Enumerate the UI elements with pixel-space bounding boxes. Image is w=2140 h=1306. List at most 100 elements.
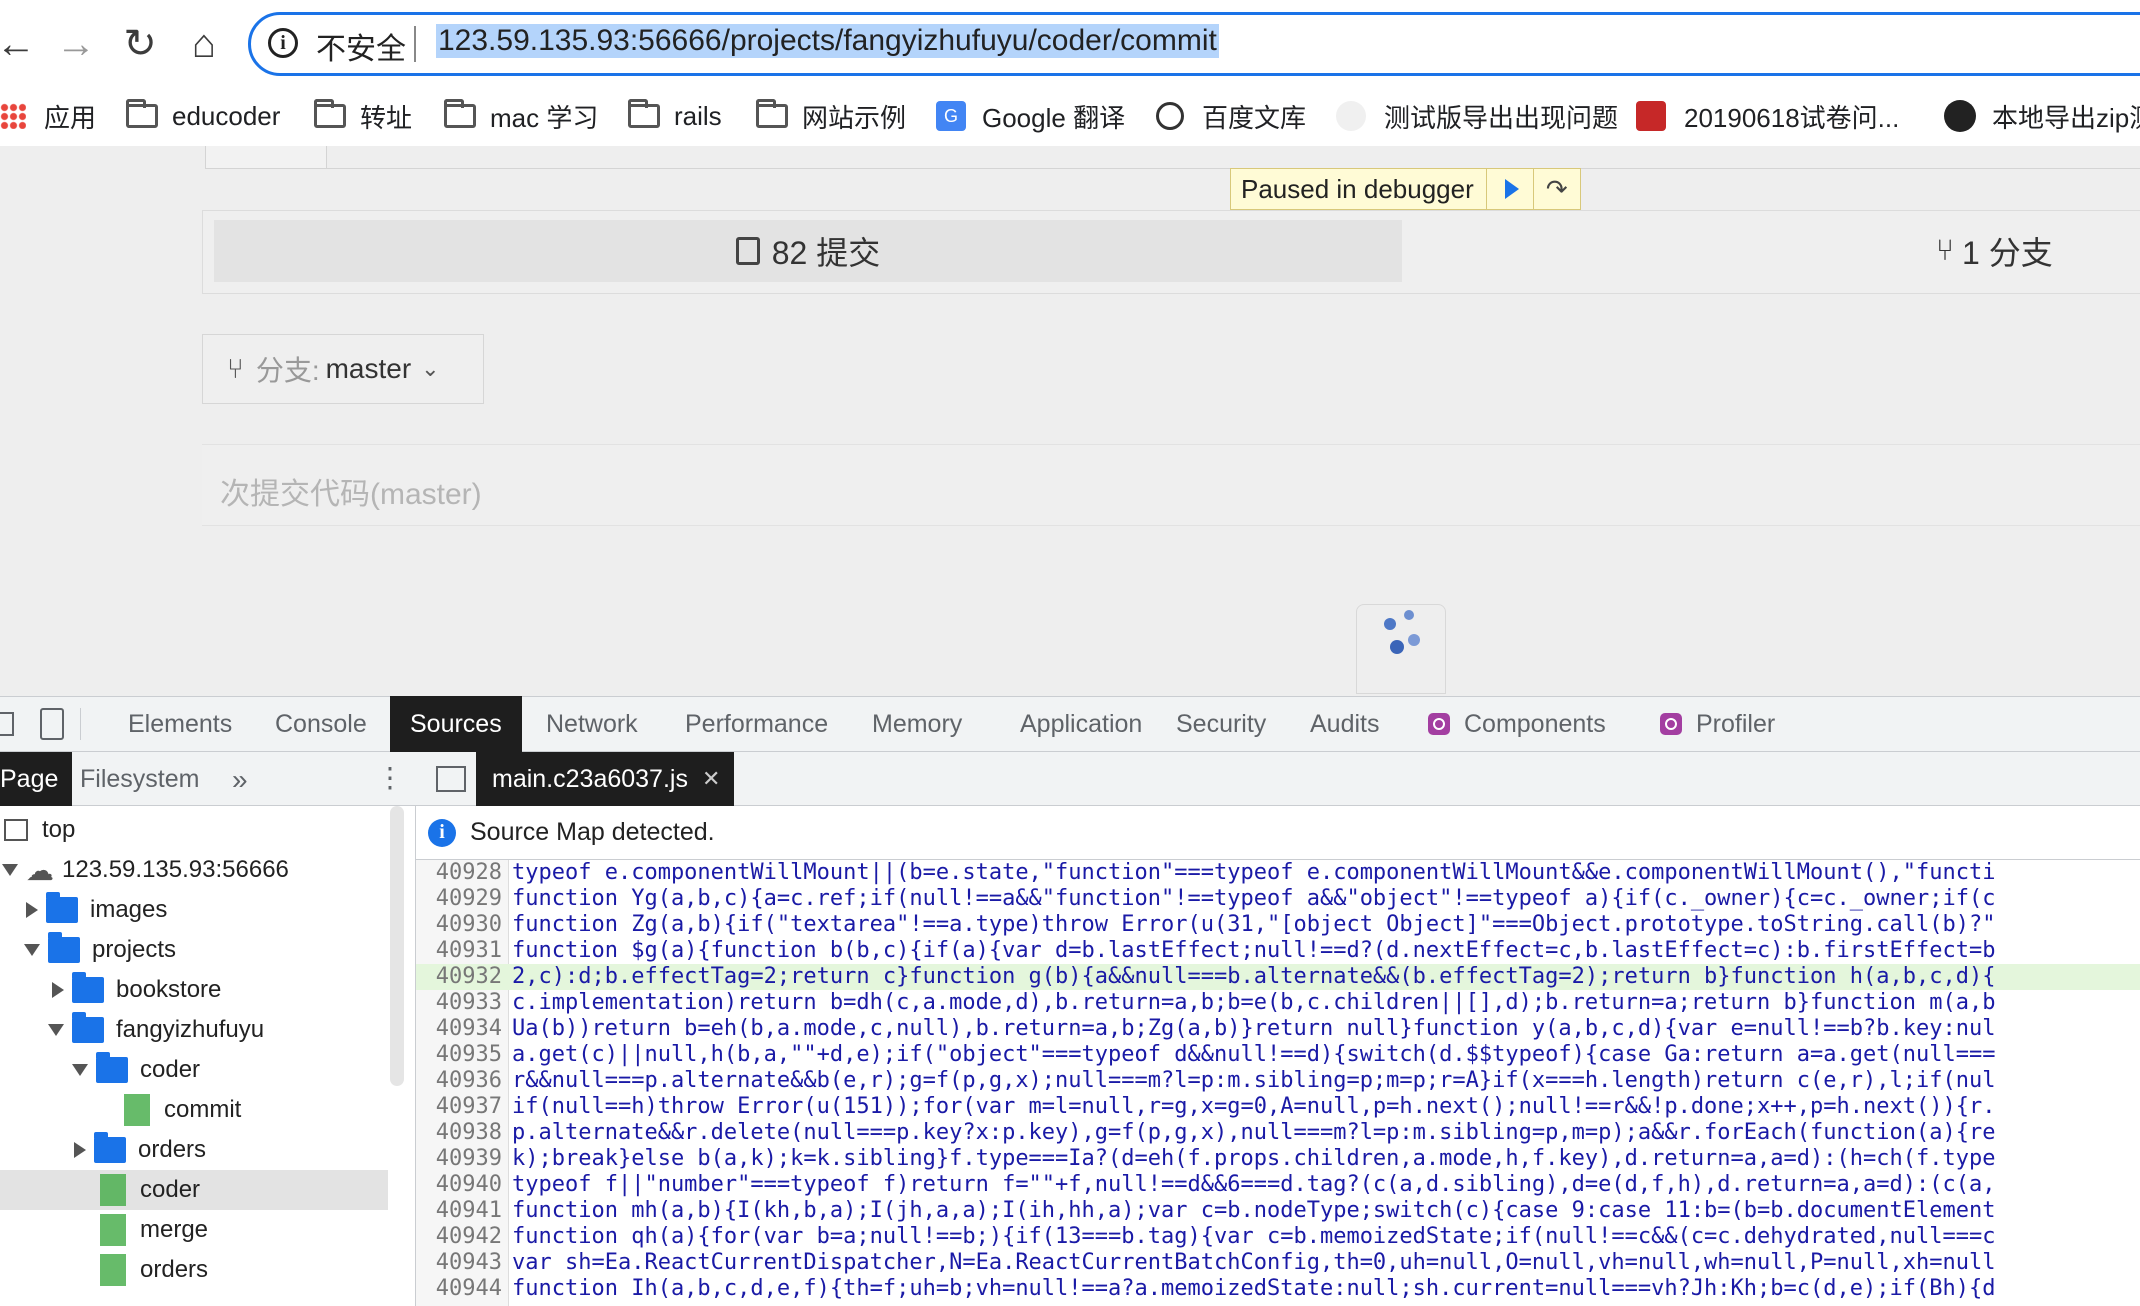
home-icon[interactable]: ⌂ [176, 16, 232, 72]
navigator-tab-page[interactable]: Page [0, 752, 73, 806]
more-tabs-icon[interactable]: » [232, 764, 248, 796]
url-text[interactable]: 123.59.135.93:56666/projects/fangyizhufu… [436, 24, 1219, 58]
code-line[interactable]: 40942 function qh(a){for(var b=a;null!==b… [416, 1224, 2140, 1250]
code-line[interactable]: 40934 Ua(b))return b=eh(b,a.mode,c,null),… [416, 1016, 2140, 1042]
code-line[interactable]: 40938 p.alternate&&r.delete(null===p.key?… [416, 1120, 2140, 1146]
line-number[interactable]: 40943 [416, 1250, 512, 1276]
toggle-navigator-icon[interactable] [436, 766, 466, 792]
navigator-scrollbar[interactable] [390, 806, 404, 1086]
code-line[interactable]: 40935 a.get(c)||null,h(b,a,""+d,e);if("ob… [416, 1042, 2140, 1068]
line-number[interactable]: 40932 [416, 964, 512, 990]
tree-item-top[interactable]: top [0, 810, 75, 850]
commit-list-icon [735, 237, 760, 265]
tab-label: Profiler [1696, 709, 1776, 738]
tab-network[interactable]: Network [526, 696, 658, 752]
code-editor[interactable]: 40928 typeof e.componentWillMount||(b=e.s… [416, 860, 2140, 1306]
file-icon [100, 1254, 126, 1286]
tree-item-projects[interactable]: projects [0, 930, 176, 970]
line-number[interactable]: 40931 [416, 938, 512, 964]
tab-security[interactable]: Security [1156, 696, 1286, 752]
code-line[interactable]: 40939 k);break}else b(a,k);k=k.sibling}f.… [416, 1146, 2140, 1172]
bookmark-google-translate[interactable]: G Google 翻译 [936, 96, 1125, 136]
step-over-button[interactable]: ↷ [1532, 169, 1580, 209]
code-line[interactable]: 40930 function Zg(a,b){if("textarea"!==a.… [416, 912, 2140, 938]
line-number[interactable]: 40928 [416, 860, 512, 886]
tab-profiler[interactable]: Profiler [1640, 696, 1795, 752]
line-number[interactable]: 40933 [416, 990, 512, 1016]
tree-item-images[interactable]: images [0, 890, 167, 930]
line-number[interactable]: 40942 [416, 1224, 512, 1250]
tab-audits[interactable]: Audits [1290, 696, 1399, 752]
line-number[interactable]: 40930 [416, 912, 512, 938]
code-line[interactable]: 40944 function Ih(a,b,c,d,e,f){th=f;uh=b;… [416, 1276, 2140, 1302]
folder-icon [46, 892, 78, 923]
inspect-icon[interactable] [0, 712, 14, 736]
info-icon[interactable]: i [268, 28, 298, 58]
loading-spinner-icon [1384, 618, 1396, 630]
bookmark-website-examples[interactable]: 网站示例 [756, 96, 906, 136]
bookmark-baidu-wenku[interactable]: 百度文库 [1156, 96, 1306, 136]
line-number[interactable]: 40935 [416, 1042, 512, 1068]
tree-item-orders-folder[interactable]: orders [0, 1130, 206, 1170]
tab-sources[interactable]: Sources [390, 696, 522, 752]
page-tab [205, 146, 327, 169]
line-number[interactable]: 40936 [416, 1068, 512, 1094]
line-number[interactable]: 40941 [416, 1198, 512, 1224]
code-text: 2,c):d;b.effectTag=2;return c}function g… [512, 964, 1996, 989]
tree-item-bookstore[interactable]: bookstore [0, 970, 221, 1010]
device-toolbar-icon[interactable] [40, 708, 64, 740]
editor-file-tab[interactable]: main.c23a6037.js ✕ [476, 752, 735, 806]
tab-memory[interactable]: Memory [852, 696, 982, 752]
reload-icon[interactable]: ↻ [112, 16, 168, 72]
code-line[interactable]: 40933 c.implementation)return b=dh(c,a.mo… [416, 990, 2140, 1016]
resume-button[interactable] [1485, 169, 1533, 209]
kebab-menu-icon[interactable]: ⋮ [376, 764, 404, 792]
bookmark-mac[interactable]: mac 学习 [444, 96, 598, 136]
line-number[interactable]: 40939 [416, 1146, 512, 1172]
bookmark-exam-issue[interactable]: 20190618试卷问... [1636, 96, 1899, 136]
code-line[interactable]: 40929 function Yg(a,b,c){a=c.ref;if(null!… [416, 886, 2140, 912]
branch-select[interactable]: ⑂ 分支: master ⌄ [202, 334, 484, 404]
tree-item-fangyizhufuyu[interactable]: fangyizhufuyu [0, 1010, 264, 1050]
code-line[interactable]: 40943 var sh=Ea.ReactCurrentDispatcher,N=… [416, 1250, 2140, 1276]
tree-item-coder-folder[interactable]: coder [0, 1050, 200, 1090]
line-number[interactable]: 40929 [416, 886, 512, 912]
line-number[interactable]: 40938 [416, 1120, 512, 1146]
bookmark-zhuanzhi[interactable]: 转址 [314, 96, 412, 136]
code-line[interactable]: 40931 function $g(a){function b(b,c){if(a… [416, 938, 2140, 964]
back-icon[interactable]: ← [0, 16, 44, 72]
code-line[interactable]: 40932 2,c):d;b.effectTag=2;return c}funct… [416, 964, 2140, 990]
tree-item-merge[interactable]: merge [0, 1210, 208, 1250]
navigator-tab-filesystem[interactable]: Filesystem [66, 752, 213, 806]
bookmark-rails[interactable]: rails [628, 96, 722, 136]
security-label[interactable]: 不安全 [316, 24, 406, 68]
branch-icon: ⑂ [227, 353, 244, 384]
close-icon[interactable]: ✕ [702, 766, 720, 792]
tab-performance[interactable]: Performance [665, 696, 848, 752]
tree-item-commit[interactable]: commit [0, 1090, 241, 1130]
code-line[interactable]: 40940 typeof f||"number"===typeof f)retur… [416, 1172, 2140, 1198]
bookmark-apps[interactable]: 应用 [0, 96, 96, 136]
tab-elements[interactable]: Elements [108, 696, 252, 752]
tab-components[interactable]: Components [1408, 696, 1626, 752]
tab-console[interactable]: Console [255, 696, 387, 752]
commits-stat[interactable]: 82 提交 [214, 220, 1402, 282]
code-line[interactable]: 40936 r&&null===p.alternate&&b(e,r);g=f(p… [416, 1068, 2140, 1094]
forward-icon[interactable]: → [48, 16, 104, 72]
tree-item-coder-file[interactable]: coder [0, 1170, 388, 1210]
tree-item-orders-file[interactable]: orders [0, 1250, 208, 1290]
bookmark-local-export[interactable]: 本地导出zip测 [1944, 96, 2140, 136]
line-number[interactable]: 40937 [416, 1094, 512, 1120]
code-line[interactable]: 40928 typeof e.componentWillMount||(b=e.s… [416, 860, 2140, 886]
line-number[interactable]: 40940 [416, 1172, 512, 1198]
tree-item-origin[interactable]: ☁ 123.59.135.93:56666 [0, 850, 289, 890]
bookmark-test-export[interactable]: 测试版导出出现问题 [1336, 96, 1618, 136]
line-number[interactable]: 40944 [416, 1276, 512, 1302]
branches-stat[interactable]: ⑂ 1 分支 [1936, 228, 2053, 274]
code-line[interactable]: 40941 function mh(a,b){I(kh,b,a);I(jh,a,a… [416, 1198, 2140, 1224]
line-number[interactable]: 40934 [416, 1016, 512, 1042]
code-line[interactable]: 40937 if(null==h)throw Error(u(151));for(… [416, 1094, 2140, 1120]
bookmark-educoder[interactable]: educoder [126, 96, 280, 136]
tab-application[interactable]: Application [1000, 696, 1162, 752]
commit-message-input[interactable]: 次提交代码(master) [202, 444, 2140, 526]
